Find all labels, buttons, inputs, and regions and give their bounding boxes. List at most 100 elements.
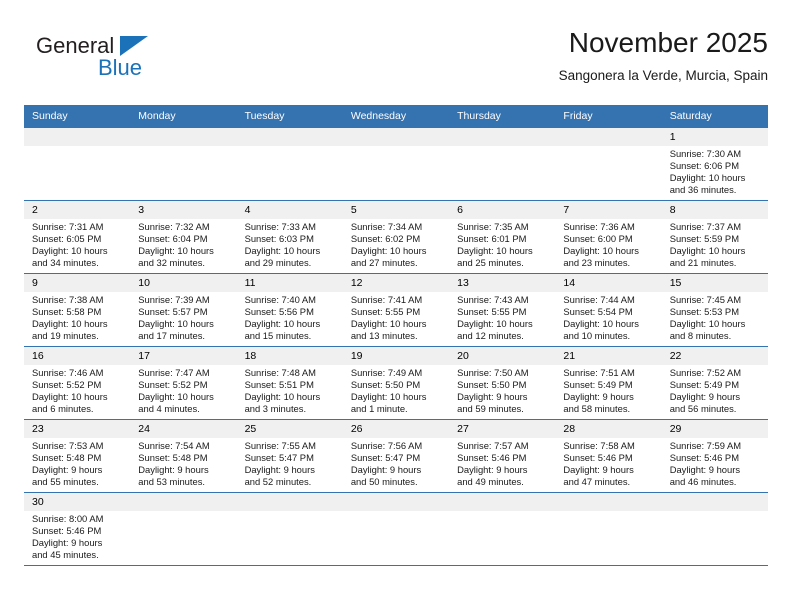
day-details: Sunrise: 7:46 AM Sunset: 5:52 PM Daylight:… [24, 365, 130, 415]
day-number: 24 [130, 420, 237, 438]
day-number: 19 [342, 347, 450, 365]
calendar-cell-day[interactable]: 27 Sunrise: 7:57 AM Sunset: 5:46 PM Dayligh… [449, 419, 556, 493]
calendar-cell-day[interactable]: 5 Sunrise: 7:34 AM Sunset: 6:02 PM Daylight… [342, 200, 450, 274]
sunrise-text: Sunrise: 7:40 AM [244, 294, 316, 305]
calendar-cell-day[interactable]: 9 Sunrise: 7:38 AM Sunset: 5:58 PM Daylight… [24, 273, 131, 347]
day-number: 17 [130, 347, 237, 365]
sunset-text: Sunset: 5:55 PM [350, 306, 421, 318]
sunrise-text: Sunrise: 7:58 AM [563, 440, 635, 451]
daylight-text-line2: and 8 minutes. [669, 330, 732, 342]
sunset-text: Sunset: 6:03 PM [244, 233, 314, 245]
calendar-cell-day[interactable]: 18 Sunrise: 7:48 AM Sunset: 5:51 PM Dayligh… [236, 346, 343, 420]
daylight-text-line2: and 34 minutes. [32, 257, 99, 269]
calendar-cell-day[interactable]: 15 Sunrise: 7:45 AM Sunset: 5:53 PM Dayligh… [661, 273, 768, 347]
daylight-text-line2: and 15 minutes. [244, 330, 312, 342]
calendar-cell-day[interactable]: 6 Sunrise: 7:35 AM Sunset: 6:01 PM Daylight… [449, 200, 556, 274]
brand-logo[interactable]: General Blue [36, 34, 216, 90]
day-details: Sunrise: 7:38 AM Sunset: 5:58 PM Daylight:… [24, 292, 130, 342]
sunrise-text: Sunrise: 7:47 AM [138, 367, 210, 378]
daylight-text-line1: Daylight: 9 hours [350, 464, 422, 476]
calendar-cell-day[interactable]: 24 Sunrise: 7:54 AM Sunset: 5:48 PM Dayligh… [130, 419, 237, 493]
calendar-cell-day[interactable]: 20 Sunrise: 7:50 AM Sunset: 5:50 PM Dayligh… [449, 346, 556, 420]
sunset-text: Sunset: 5:57 PM [138, 306, 208, 318]
sunrise-text: Sunrise: 7:45 AM [669, 294, 742, 305]
sunrise-text: Sunrise: 7:32 AM [138, 221, 210, 232]
sunrise-text: Sunrise: 7:49 AM [350, 367, 423, 378]
day-number: 9 [24, 274, 131, 292]
day-number: 8 [661, 201, 768, 219]
calendar-cell-day[interactable]: 25 Sunrise: 7:55 AM Sunset: 5:47 PM Dayligh… [236, 419, 343, 493]
calendar-cell-day[interactable]: 14 Sunrise: 7:44 AM Sunset: 5:54 PM Dayligh… [555, 273, 662, 347]
sunset-text: Sunset: 5:53 PM [669, 306, 739, 318]
calendar-cell-day[interactable]: 23 Sunrise: 7:53 AM Sunset: 5:48 PM Dayligh… [24, 419, 131, 493]
brand-name-blue: Blue [98, 55, 143, 80]
day-number [236, 493, 343, 511]
calendar-cell-day[interactable]: 4 Sunrise: 7:33 AM Sunset: 6:03 PM Daylight… [236, 200, 343, 274]
daylight-text-line1: Daylight: 10 hours [138, 318, 214, 330]
calendar-cell-day[interactable]: 21 Sunrise: 7:51 AM Sunset: 5:49 PM Dayligh… [555, 346, 662, 420]
daylight-text-line1: Daylight: 9 hours [244, 464, 315, 476]
sunrise-text: Sunrise: 7:33 AM [244, 221, 316, 232]
daylight-text-line1: Daylight: 9 hours [32, 537, 103, 549]
sunrise-text: Sunrise: 7:37 AM [669, 221, 742, 232]
daylight-text-line2: and 17 minutes. [138, 330, 205, 342]
daylight-text-line2: and 12 minutes. [457, 330, 524, 342]
day-number: 13 [449, 274, 556, 292]
day-details: Sunrise: 7:41 AM Sunset: 5:55 PM Daylight:… [343, 292, 449, 342]
sunrise-text: Sunrise: 7:53 AM [32, 440, 104, 451]
calendar-cell-day[interactable]: 29 Sunrise: 7:59 AM Sunset: 5:46 PM Dayligh… [661, 419, 768, 493]
calendar-cell-day[interactable]: 1 Sunrise: 7:30 AM Sunset: 6:06 PM Daylight… [661, 127, 768, 201]
calendar-cell-empty [555, 127, 662, 201]
calendar-week-row: 1 Sunrise: 7:30 AM Sunset: 6:06 PM Daylight… [24, 127, 768, 201]
day-details: Sunrise: 7:43 AM Sunset: 5:55 PM Daylight:… [449, 292, 555, 342]
day-number: 22 [661, 347, 768, 365]
calendar-cell-day[interactable]: 12 Sunrise: 7:41 AM Sunset: 5:55 PM Dayligh… [342, 273, 450, 347]
day-details: Sunrise: 7:54 AM Sunset: 5:48 PM Daylight:… [130, 438, 236, 488]
calendar-cell-day[interactable]: 16 Sunrise: 7:46 AM Sunset: 5:52 PM Dayligh… [24, 346, 131, 420]
sunset-text: Sunset: 5:55 PM [457, 306, 527, 318]
calendar-cell-day[interactable]: 17 Sunrise: 7:47 AM Sunset: 5:52 PM Dayligh… [130, 346, 237, 420]
day-details: Sunrise: 7:51 AM Sunset: 5:49 PM Daylight:… [555, 365, 661, 415]
calendar-header-row: Sunday Monday Tuesday Wednesday Thursday… [24, 105, 768, 128]
day-number: 21 [555, 347, 662, 365]
sunset-text: Sunset: 5:50 PM [457, 379, 527, 391]
calendar-cell-empty [236, 492, 343, 566]
sunset-text: Sunset: 5:52 PM [32, 379, 102, 391]
sunrise-text: Sunrise: 7:38 AM [32, 294, 104, 305]
day-number: 5 [342, 201, 450, 219]
calendar-cell-day[interactable]: 10 Sunrise: 7:39 AM Sunset: 5:57 PM Dayligh… [130, 273, 237, 347]
daylight-text-line2: and 21 minutes. [669, 257, 737, 269]
day-number: 29 [661, 420, 768, 438]
calendar-cell-day[interactable]: 26 Sunrise: 7:56 AM Sunset: 5:47 PM Dayligh… [342, 419, 450, 493]
calendar-cell-day[interactable]: 2 Sunrise: 7:31 AM Sunset: 6:05 PM Daylight… [24, 200, 131, 274]
sunrise-text: Sunrise: 7:48 AM [244, 367, 316, 378]
calendar-cell-day[interactable]: 8 Sunrise: 7:37 AM Sunset: 5:59 PM Daylight… [661, 200, 768, 274]
day-number [449, 493, 556, 511]
sunset-text: Sunset: 6:00 PM [563, 233, 633, 245]
sunrise-text: Sunrise: 7:46 AM [32, 367, 104, 378]
daylight-text-line1: Daylight: 9 hours [563, 391, 634, 403]
calendar-cell-day[interactable]: 22 Sunrise: 7:52 AM Sunset: 5:49 PM Dayligh… [661, 346, 768, 420]
daylight-text-line2: and 6 minutes. [32, 403, 94, 415]
calendar-cell-day[interactable]: 30 Sunrise: 8:00 AM Sunset: 5:46 PM Dayligh… [24, 492, 131, 566]
calendar-body: 1 Sunrise: 7:30 AM Sunset: 6:06 PM Daylight… [24, 127, 768, 566]
day-details: Sunrise: 7:48 AM Sunset: 5:51 PM Daylight:… [237, 365, 343, 415]
calendar-cell-day[interactable]: 19 Sunrise: 7:49 AM Sunset: 5:50 PM Dayligh… [342, 346, 450, 420]
calendar-cell-day[interactable]: 28 Sunrise: 7:58 AM Sunset: 5:46 PM Dayligh… [555, 419, 662, 493]
daylight-text-line2: and 36 minutes. [669, 184, 737, 196]
calendar-cell-day[interactable]: 11 Sunrise: 7:40 AM Sunset: 5:56 PM Dayligh… [236, 273, 343, 347]
daylight-text-line1: Daylight: 9 hours [669, 391, 741, 403]
day-details: Sunrise: 7:34 AM Sunset: 6:02 PM Daylight:… [343, 219, 449, 269]
daylight-text-line1: Daylight: 9 hours [563, 464, 634, 476]
daylight-text-line1: Daylight: 10 hours [563, 245, 639, 257]
calendar-cell-day[interactable]: 13 Sunrise: 7:43 AM Sunset: 5:55 PM Dayligh… [449, 273, 556, 347]
day-number: 2 [24, 201, 131, 219]
calendar-cell-day[interactable]: 7 Sunrise: 7:36 AM Sunset: 6:00 PM Daylight… [555, 200, 662, 274]
calendar-cell-day[interactable]: 3 Sunrise: 7:32 AM Sunset: 6:04 PM Daylight… [130, 200, 237, 274]
day-number: 28 [555, 420, 662, 438]
daylight-text-line1: Daylight: 10 hours [457, 245, 533, 257]
daylight-text-line1: Daylight: 10 hours [244, 318, 321, 330]
daylight-text-line1: Daylight: 9 hours [138, 464, 209, 476]
sunrise-text: Sunrise: 7:35 AM [457, 221, 529, 232]
sunset-text: Sunset: 5:46 PM [32, 525, 102, 537]
